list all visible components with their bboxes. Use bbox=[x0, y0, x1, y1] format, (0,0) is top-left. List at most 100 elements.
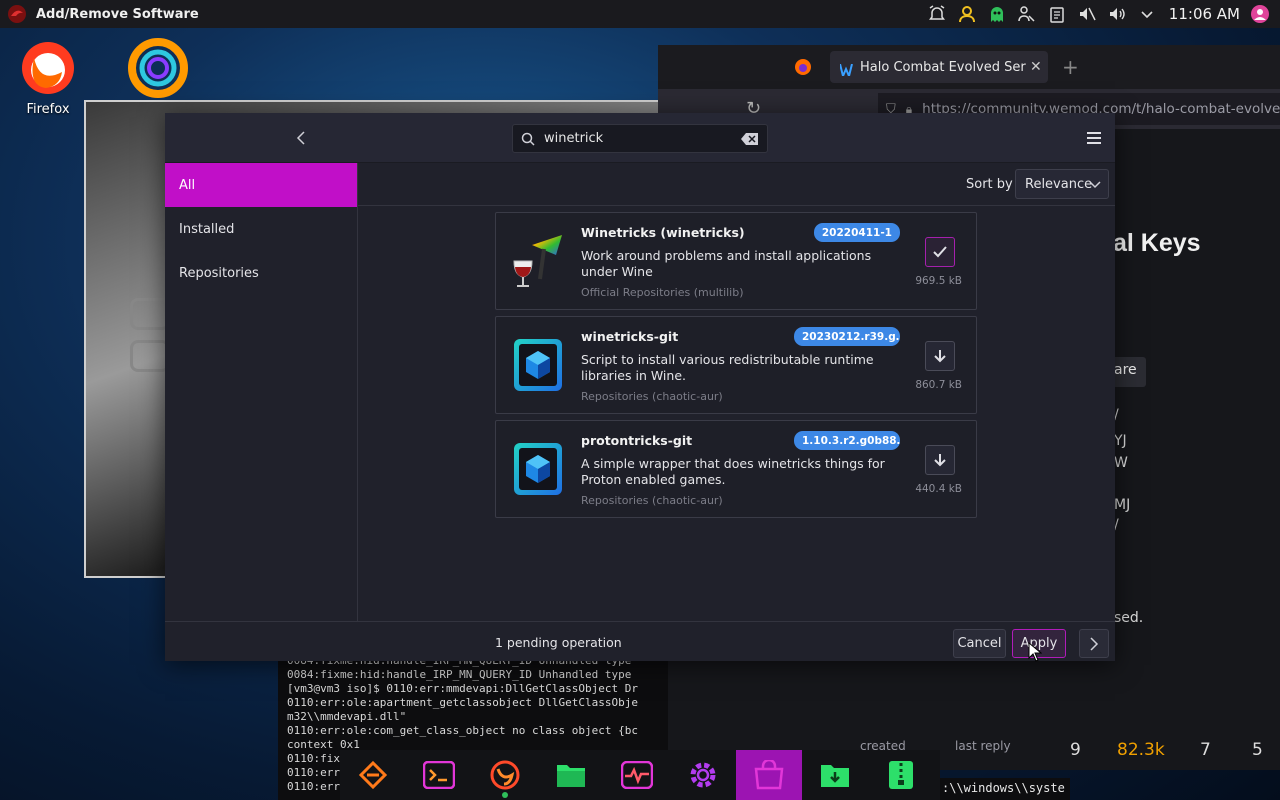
desktop-icon-chrome[interactable] bbox=[126, 36, 190, 100]
sidebar-item-repositories[interactable]: Repositories bbox=[165, 251, 357, 295]
dock-item-settings[interactable] bbox=[670, 750, 736, 800]
terminal-icon bbox=[423, 761, 455, 789]
tab-active[interactable]: Halo Combat Evolved Serial ✕ bbox=[830, 51, 1048, 83]
package-card[interactable]: Winetricks (winetricks) 20220411-1 Work … bbox=[495, 212, 977, 310]
terminal-line: m32\\mmdevapi.dll" bbox=[287, 710, 407, 723]
chevron-right-icon bbox=[1090, 636, 1099, 651]
package-repository: Repositories (chaotic-aur) bbox=[581, 494, 723, 507]
package-name: protontricks-git bbox=[581, 433, 693, 448]
sort-label: Sort by bbox=[966, 177, 1013, 192]
search-input[interactable] bbox=[544, 131, 741, 146]
cancel-button[interactable]: Cancel bbox=[953, 629, 1006, 658]
stats-value: 9 bbox=[1070, 740, 1081, 760]
dock-item-terminal[interactable] bbox=[406, 750, 472, 800]
garuda-logo-icon[interactable] bbox=[6, 3, 28, 25]
software-store-icon bbox=[754, 760, 784, 790]
sidebar-item-label: All bbox=[179, 177, 196, 193]
dock-item-manjaro-settings[interactable] bbox=[340, 750, 406, 800]
download-arrow-icon bbox=[934, 350, 946, 363]
details-button[interactable] bbox=[1079, 629, 1109, 658]
app-title: Add/Remove Software bbox=[36, 6, 199, 22]
ghost-icon[interactable] bbox=[987, 4, 1007, 24]
alarm-icon[interactable] bbox=[927, 4, 947, 24]
sort-row: Sort by Relevance bbox=[358, 163, 1115, 206]
package-name: winetricks-git bbox=[581, 329, 679, 344]
terminal-window-small[interactable]: :\\windows\\syste bbox=[940, 778, 1070, 800]
action-bar: 1 pending operation Cancel Apply bbox=[165, 621, 1115, 661]
volume-muted-icon[interactable] bbox=[1077, 4, 1097, 24]
stats-value-views: 82.3k bbox=[1117, 740, 1165, 760]
install-button[interactable] bbox=[925, 445, 955, 475]
sidebar: All Installed Repositories bbox=[165, 163, 358, 621]
terminal-line: 0084:fixme:hid:handle_IRP_MN_QUERY_ID Un… bbox=[287, 668, 632, 681]
package-repository: Official Repositories (multilib) bbox=[581, 286, 744, 299]
network-icon[interactable] bbox=[1017, 4, 1037, 24]
dock bbox=[340, 750, 940, 800]
terminal-line: :\\windows\\syste bbox=[942, 781, 1065, 795]
tab-title: Halo Combat Evolved Serial bbox=[860, 59, 1026, 75]
background-shape bbox=[130, 340, 170, 372]
dock-item-firefox[interactable] bbox=[472, 750, 538, 800]
back-button[interactable] bbox=[289, 126, 313, 150]
package-size: 860.7 kB bbox=[915, 379, 962, 391]
sidebar-item-all[interactable]: All bbox=[165, 163, 357, 207]
download-arrow-icon bbox=[934, 454, 946, 467]
terminal-line: [vm3@vm3 iso]$ 0110:err:mmdevapi:DllGetC… bbox=[287, 682, 638, 695]
package-card[interactable]: winetricks-git 20230212.r39.g… Script to… bbox=[495, 316, 977, 414]
package-repository: Repositories (chaotic-aur) bbox=[581, 390, 723, 403]
person-icon[interactable] bbox=[957, 4, 977, 24]
mouse-pointer-icon bbox=[1028, 642, 1042, 662]
sidebar-item-installed[interactable]: Installed bbox=[165, 207, 357, 251]
system-tray: 11:06 AM bbox=[927, 0, 1270, 28]
clock[interactable]: 11:06 AM bbox=[1169, 5, 1240, 23]
version-badge: 1.10.3.r2.g0b88… bbox=[794, 431, 900, 450]
chrome-icon bbox=[128, 38, 188, 98]
pending-operations-text: 1 pending operation bbox=[495, 635, 622, 650]
dock-item-files[interactable] bbox=[538, 750, 604, 800]
add-remove-software-window: All Installed Repositories Sort by Relev… bbox=[165, 113, 1115, 661]
stats-label-last-reply: last reply bbox=[955, 739, 1011, 753]
volume-icon[interactable] bbox=[1107, 4, 1127, 24]
package-card[interactable]: protontricks-git 1.10.3.r2.g0b88… A simp… bbox=[495, 420, 977, 518]
sort-select[interactable]: Relevance bbox=[1015, 169, 1109, 199]
package-description: Script to install various redistributabl… bbox=[581, 352, 874, 383]
search-icon bbox=[521, 132, 535, 146]
desktop-icon-firefox[interactable]: Firefox bbox=[16, 38, 80, 117]
running-indicator bbox=[502, 792, 508, 798]
package-description: A simple wrapper that does winetricks th… bbox=[581, 456, 885, 487]
sidebar-item-label: Repositories bbox=[179, 265, 259, 281]
install-button[interactable] bbox=[925, 341, 955, 371]
dock-item-archive[interactable] bbox=[868, 750, 934, 800]
dock-item-system-monitor[interactable] bbox=[604, 750, 670, 800]
side-char: YJ bbox=[1114, 433, 1127, 449]
new-tab-icon[interactable]: + bbox=[1062, 55, 1079, 79]
firefox-dev-icon bbox=[490, 760, 520, 790]
terminal-line: 0110:err:ole:com_get_class_object no cla… bbox=[287, 724, 638, 737]
page-text: sed. bbox=[1114, 610, 1144, 626]
clear-search-icon[interactable] bbox=[741, 132, 759, 146]
package-list-pane: Sort by Relevance Winetricks (winetricks… bbox=[358, 163, 1115, 621]
topic-stats: created last reply 9 82.3k 7 5 bbox=[840, 722, 1280, 760]
package-size: 969.5 kB bbox=[915, 275, 962, 287]
chevron-down-icon[interactable] bbox=[1137, 4, 1157, 24]
avatar[interactable] bbox=[1250, 4, 1270, 24]
archive-icon bbox=[889, 761, 913, 789]
stats-value: 5 bbox=[1252, 740, 1263, 760]
firefox-tab-icon[interactable] bbox=[794, 58, 812, 80]
version-badge: 20230212.r39.g… bbox=[794, 327, 900, 346]
cancel-label: Cancel bbox=[957, 636, 1002, 651]
installed-toggle-button[interactable] bbox=[925, 237, 955, 267]
chevron-down-icon bbox=[1089, 181, 1101, 189]
sort-value: Relevance bbox=[1025, 176, 1093, 192]
package-description: Work around problems and install applica… bbox=[581, 248, 872, 279]
downloads-folder-icon bbox=[821, 765, 849, 787]
close-tab-icon[interactable]: ✕ bbox=[1030, 59, 1042, 75]
dock-item-downloads[interactable] bbox=[802, 750, 868, 800]
clipboard-icon[interactable] bbox=[1047, 4, 1067, 24]
firefox-label: Firefox bbox=[26, 102, 70, 117]
version-badge: 20220411-1 bbox=[813, 223, 900, 242]
search-box[interactable] bbox=[512, 124, 768, 153]
side-char: W bbox=[1114, 455, 1128, 471]
hamburger-menu-button[interactable] bbox=[1083, 127, 1105, 149]
dock-item-software-store[interactable] bbox=[736, 750, 802, 800]
